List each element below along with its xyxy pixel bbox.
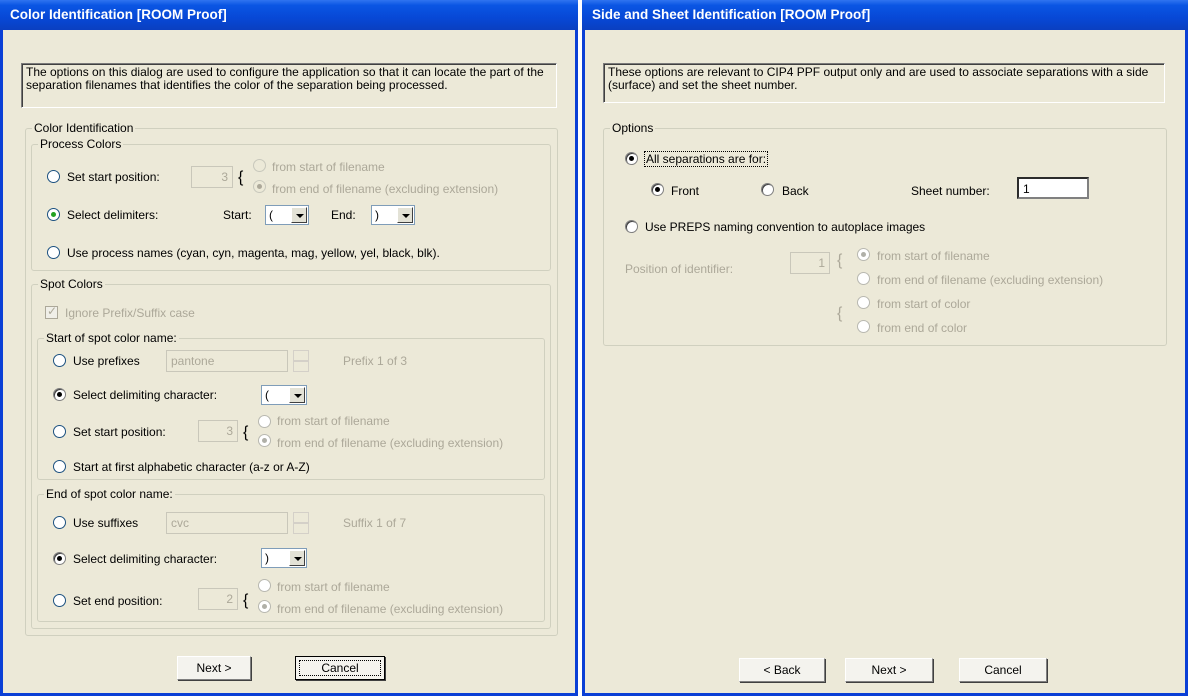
description-text: These options are relevant to CIP4 PPF o…: [603, 63, 1165, 103]
front-radio[interactable]: [651, 183, 664, 196]
from-start-filename-label: from start of filename: [877, 249, 990, 263]
ignore-case-label: Ignore Prefix/Suffix case: [65, 306, 195, 320]
group-label: Options: [610, 121, 656, 135]
back-radio[interactable]: [761, 183, 774, 196]
from-end-radio[interactable]: [253, 180, 266, 193]
chevron-down-icon[interactable]: [289, 550, 305, 566]
spot-from-end-label: from end of filename (excluding extensio…: [277, 436, 504, 450]
prefix-counter: Prefix 1 of 3: [343, 354, 408, 368]
sheet-number-input[interactable]: 1: [1017, 177, 1089, 199]
end-from-start-label: from start of filename: [277, 580, 390, 594]
select-delimiters-radio[interactable]: [47, 208, 60, 221]
side-sheet-identification-dialog: Side and Sheet Identification [ROOM Proo…: [582, 0, 1188, 696]
suffix-counter: Suffix 1 of 7: [343, 516, 407, 530]
next-button[interactable]: Next >: [845, 658, 933, 682]
chevron-down-icon[interactable]: [397, 207, 413, 223]
description-text: The options on this dialog are used to c…: [21, 63, 557, 108]
group-label: Color Identification: [32, 121, 136, 135]
end-label: End:: [331, 208, 356, 222]
brace: {: [243, 424, 249, 441]
color-identification-dialog: Color Identification [ROOM Proof] The op…: [0, 0, 578, 696]
from-start-filename-radio[interactable]: [857, 248, 870, 261]
spot-from-start-label: from start of filename: [277, 414, 390, 428]
spot-set-start-label: Set start position:: [73, 425, 166, 439]
first-alpha-label: Start at first alphabetic character (a-z…: [73, 460, 310, 474]
end-delimiter-value: ): [375, 208, 379, 222]
from-start-label: from start of filename: [272, 160, 385, 174]
from-start-color-radio[interactable]: [857, 296, 870, 309]
end-from-end-radio[interactable]: [258, 600, 271, 613]
start-position-input[interactable]: 3: [191, 166, 233, 188]
prefix-spinner[interactable]: [293, 350, 309, 372]
brace: {: [238, 169, 244, 186]
end-position-input[interactable]: 2: [198, 588, 238, 610]
from-start-color-label: from start of color: [877, 297, 971, 311]
from-end-label: from end of filename (excluding extensio…: [272, 182, 499, 196]
group-label: Spot Colors: [38, 277, 105, 291]
start-label: Start:: [223, 208, 252, 222]
brace: {: [837, 252, 843, 269]
use-suffixes-label: Use suffixes: [73, 516, 139, 530]
prefix-input[interactable]: pantone: [166, 350, 288, 372]
back-button[interactable]: < Back: [739, 658, 825, 682]
dialog-title: Color Identification [ROOM Proof]: [0, 0, 578, 30]
start-delimiting-value: (: [265, 388, 269, 402]
from-end-color-label: from end of color: [877, 321, 968, 335]
set-end-position-label: Set end position:: [73, 594, 163, 608]
use-prefixes-label: Use prefixes: [73, 354, 140, 368]
cancel-button[interactable]: Cancel: [295, 656, 385, 680]
use-preps-label: Use PREPS naming convention to autoplace…: [645, 220, 926, 234]
end-select-delimiting-label: Select delimiting character:: [73, 552, 218, 566]
dialog-title: Side and Sheet Identification [ROOM Proo…: [582, 0, 1188, 30]
position-identifier-label: Position of identifier:: [625, 262, 734, 276]
set-start-position-label: Set start position:: [67, 170, 160, 184]
start-delimiter-select[interactable]: (: [265, 205, 309, 225]
first-alpha-radio[interactable]: [53, 460, 66, 473]
from-start-radio[interactable]: [253, 159, 266, 172]
all-separations-label: All separations are for:: [643, 151, 769, 167]
spot-from-end-radio[interactable]: [258, 434, 271, 447]
spot-start-position-input[interactable]: 3: [198, 420, 238, 442]
brace: {: [837, 305, 843, 322]
end-delimiting-value: ): [265, 551, 269, 565]
all-separations-radio[interactable]: [625, 152, 638, 165]
brace: {: [243, 592, 249, 609]
use-process-names-label: Use process names (cyan, cyn, magenta, m…: [67, 246, 440, 260]
spot-set-start-radio[interactable]: [53, 425, 66, 438]
next-button[interactable]: Next >: [177, 656, 251, 680]
suffix-spinner[interactable]: [293, 512, 309, 534]
chevron-down-icon[interactable]: [291, 207, 307, 223]
select-delimiting-radio[interactable]: [53, 388, 66, 401]
chevron-down-icon[interactable]: [289, 387, 305, 403]
end-delimiter-select[interactable]: ): [371, 205, 415, 225]
from-end-filename-label: from end of filename (excluding extensio…: [877, 273, 1104, 287]
group-label: End of spot color name:: [44, 487, 175, 501]
front-label: Front: [671, 184, 700, 198]
group-label: Process Colors: [38, 137, 124, 151]
set-start-position-radio[interactable]: [47, 170, 60, 183]
start-delimiter-value: (: [269, 208, 273, 222]
set-end-position-radio[interactable]: [53, 594, 66, 607]
end-from-start-radio[interactable]: [258, 579, 271, 592]
ignore-case-checkbox[interactable]: [45, 304, 58, 319]
select-delimiting-label: Select delimiting character:: [73, 388, 218, 402]
group-label: Start of spot color name:: [44, 331, 179, 345]
end-delimiting-select[interactable]: ): [261, 548, 307, 568]
suffix-input[interactable]: cvc: [166, 512, 288, 534]
position-identifier-input[interactable]: 1: [790, 252, 830, 274]
end-select-delimiting-radio[interactable]: [53, 552, 66, 565]
use-suffixes-radio[interactable]: [53, 516, 66, 529]
spot-from-start-radio[interactable]: [258, 415, 271, 428]
use-preps-radio[interactable]: [625, 220, 638, 233]
sheet-number-label: Sheet number:: [911, 184, 990, 198]
start-delimiting-select[interactable]: (: [261, 385, 307, 405]
back-label: Back: [782, 184, 809, 198]
from-end-color-radio[interactable]: [857, 320, 870, 333]
from-end-filename-radio[interactable]: [857, 272, 870, 285]
use-prefixes-radio[interactable]: [53, 354, 66, 367]
cancel-button[interactable]: Cancel: [959, 658, 1047, 682]
select-delimiters-label: Select delimiters:: [67, 208, 159, 222]
use-process-names-radio[interactable]: [47, 246, 60, 259]
end-from-end-label: from end of filename (excluding extensio…: [277, 602, 504, 616]
